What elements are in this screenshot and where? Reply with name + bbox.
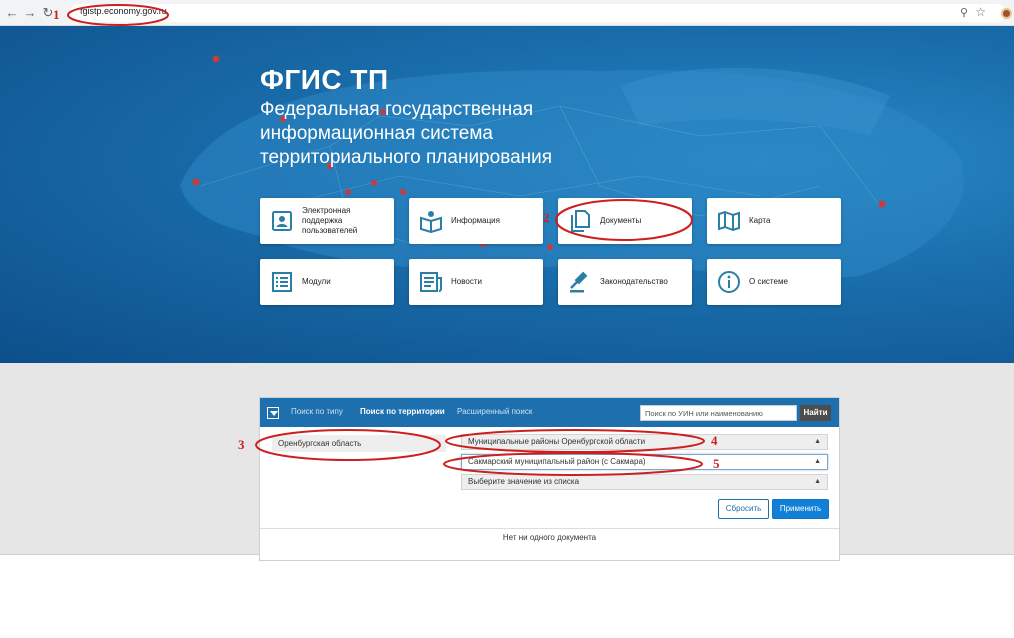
search-tabs-bar: Поиск по типу Поиск по территории Расшир… <box>260 398 839 427</box>
gavel-icon <box>570 271 588 293</box>
tile-documents[interactable]: Документы <box>558 198 692 244</box>
tile-label: О системе <box>749 277 788 286</box>
forward-arrow-icon[interactable]: → <box>22 5 38 21</box>
tile-user-support[interactable]: Электронная поддержка пользователей <box>260 198 394 244</box>
profile-icon[interactable] <box>1001 8 1012 19</box>
hero-banner: ФГИС ТП Федеральная государственная инфо… <box>0 26 1014 363</box>
back-arrow-icon[interactable]: ← <box>4 5 20 21</box>
tile-label: Новости <box>451 277 482 286</box>
search-panel: Поиск по типу Поиск по территории Расшир… <box>259 397 840 561</box>
documents-icon <box>571 210 590 232</box>
municipal-district-select[interactable]: Сакмарский муниципальный район (с Сакмар… <box>461 454 828 470</box>
tile-news[interactable]: Новости <box>409 259 543 305</box>
star-icon[interactable]: ☆ <box>975 5 986 19</box>
find-button[interactable]: Найти <box>800 405 831 421</box>
page-subtitle-line-3: территориального планирования <box>260 147 553 168</box>
tile-about-system[interactable]: О системе <box>707 259 841 305</box>
tile-map[interactable]: Карта <box>707 198 841 244</box>
settlement-select[interactable]: Выберите значение из списка ▲︎ <box>461 474 828 490</box>
tile-label: Законодательство <box>600 277 668 286</box>
tile-label: Электронная поддержка пользователей <box>302 206 358 235</box>
tile-label: Документы <box>600 216 642 225</box>
caret-down-icon <box>270 411 278 416</box>
search-section: Поиск по типу Поиск по территории Расшир… <box>0 363 1014 561</box>
page-subtitle-line-2: информационная система <box>260 123 493 144</box>
tile-label: Информация <box>451 216 500 225</box>
select-value: Сакмарский муниципальный район (с Сакмар… <box>468 457 646 466</box>
reset-button[interactable]: Сбросить <box>718 499 769 519</box>
user-support-icon <box>272 211 292 231</box>
search-input[interactable] <box>640 405 797 421</box>
tile-information[interactable]: Информация <box>409 198 543 244</box>
apply-button[interactable]: Применить <box>772 499 829 519</box>
page-title: ФГИС ТП <box>260 64 389 95</box>
tab-search-by-type[interactable]: Поиск по типу <box>291 407 343 416</box>
annotation-number-2: 2 <box>543 210 550 225</box>
municipal-type-select[interactable]: Муниципальные районы Оренбургской област… <box>461 434 828 450</box>
information-icon <box>420 211 442 233</box>
annotation-number-5: 5 <box>713 456 720 471</box>
page-subtitle-line-1: Федеральная государственная <box>260 99 534 120</box>
browser-toolbar: ← → ↻ fgistp.economy.gov.ru ⚲ ☆ <box>0 0 1014 26</box>
map-icon <box>718 210 740 232</box>
sort-arrows-icon: ▲︎ <box>814 438 821 445</box>
collapse-button[interactable] <box>267 407 279 419</box>
tile-label: Карта <box>749 216 771 225</box>
annotation-number-3: 3 <box>238 437 245 452</box>
url-text: fgistp.economy.gov.ru <box>80 6 167 16</box>
select-value: Выберите значение из списка <box>468 477 580 486</box>
tile-modules[interactable]: Модули <box>260 259 394 305</box>
annotation-number-4: 4 <box>711 433 718 448</box>
tab-search-by-territory[interactable]: Поиск по территории <box>360 407 445 416</box>
sort-arrows-icon: ▲︎ <box>814 458 821 465</box>
info-circle-icon <box>718 271 740 293</box>
tile-label: Модули <box>302 277 331 286</box>
annotation-number-1: 1 <box>53 7 60 22</box>
tab-advanced-search[interactable]: Расширенный поиск <box>457 407 532 416</box>
map-background <box>180 55 964 279</box>
region-list-item[interactable]: Оренбургская область <box>272 435 446 452</box>
modules-icon <box>272 272 292 292</box>
sort-arrows-icon: ▲︎ <box>814 478 821 485</box>
news-icon <box>420 272 442 292</box>
empty-results-message: Нет ни одного документа <box>260 528 839 546</box>
tile-legislation[interactable]: Законодательство <box>558 259 692 305</box>
address-bar[interactable]: fgistp.economy.gov.ru ⚲ ☆ <box>70 4 1006 22</box>
select-value: Муниципальные районы Оренбургской област… <box>468 437 646 446</box>
zoom-icon[interactable]: ⚲ <box>960 6 968 19</box>
